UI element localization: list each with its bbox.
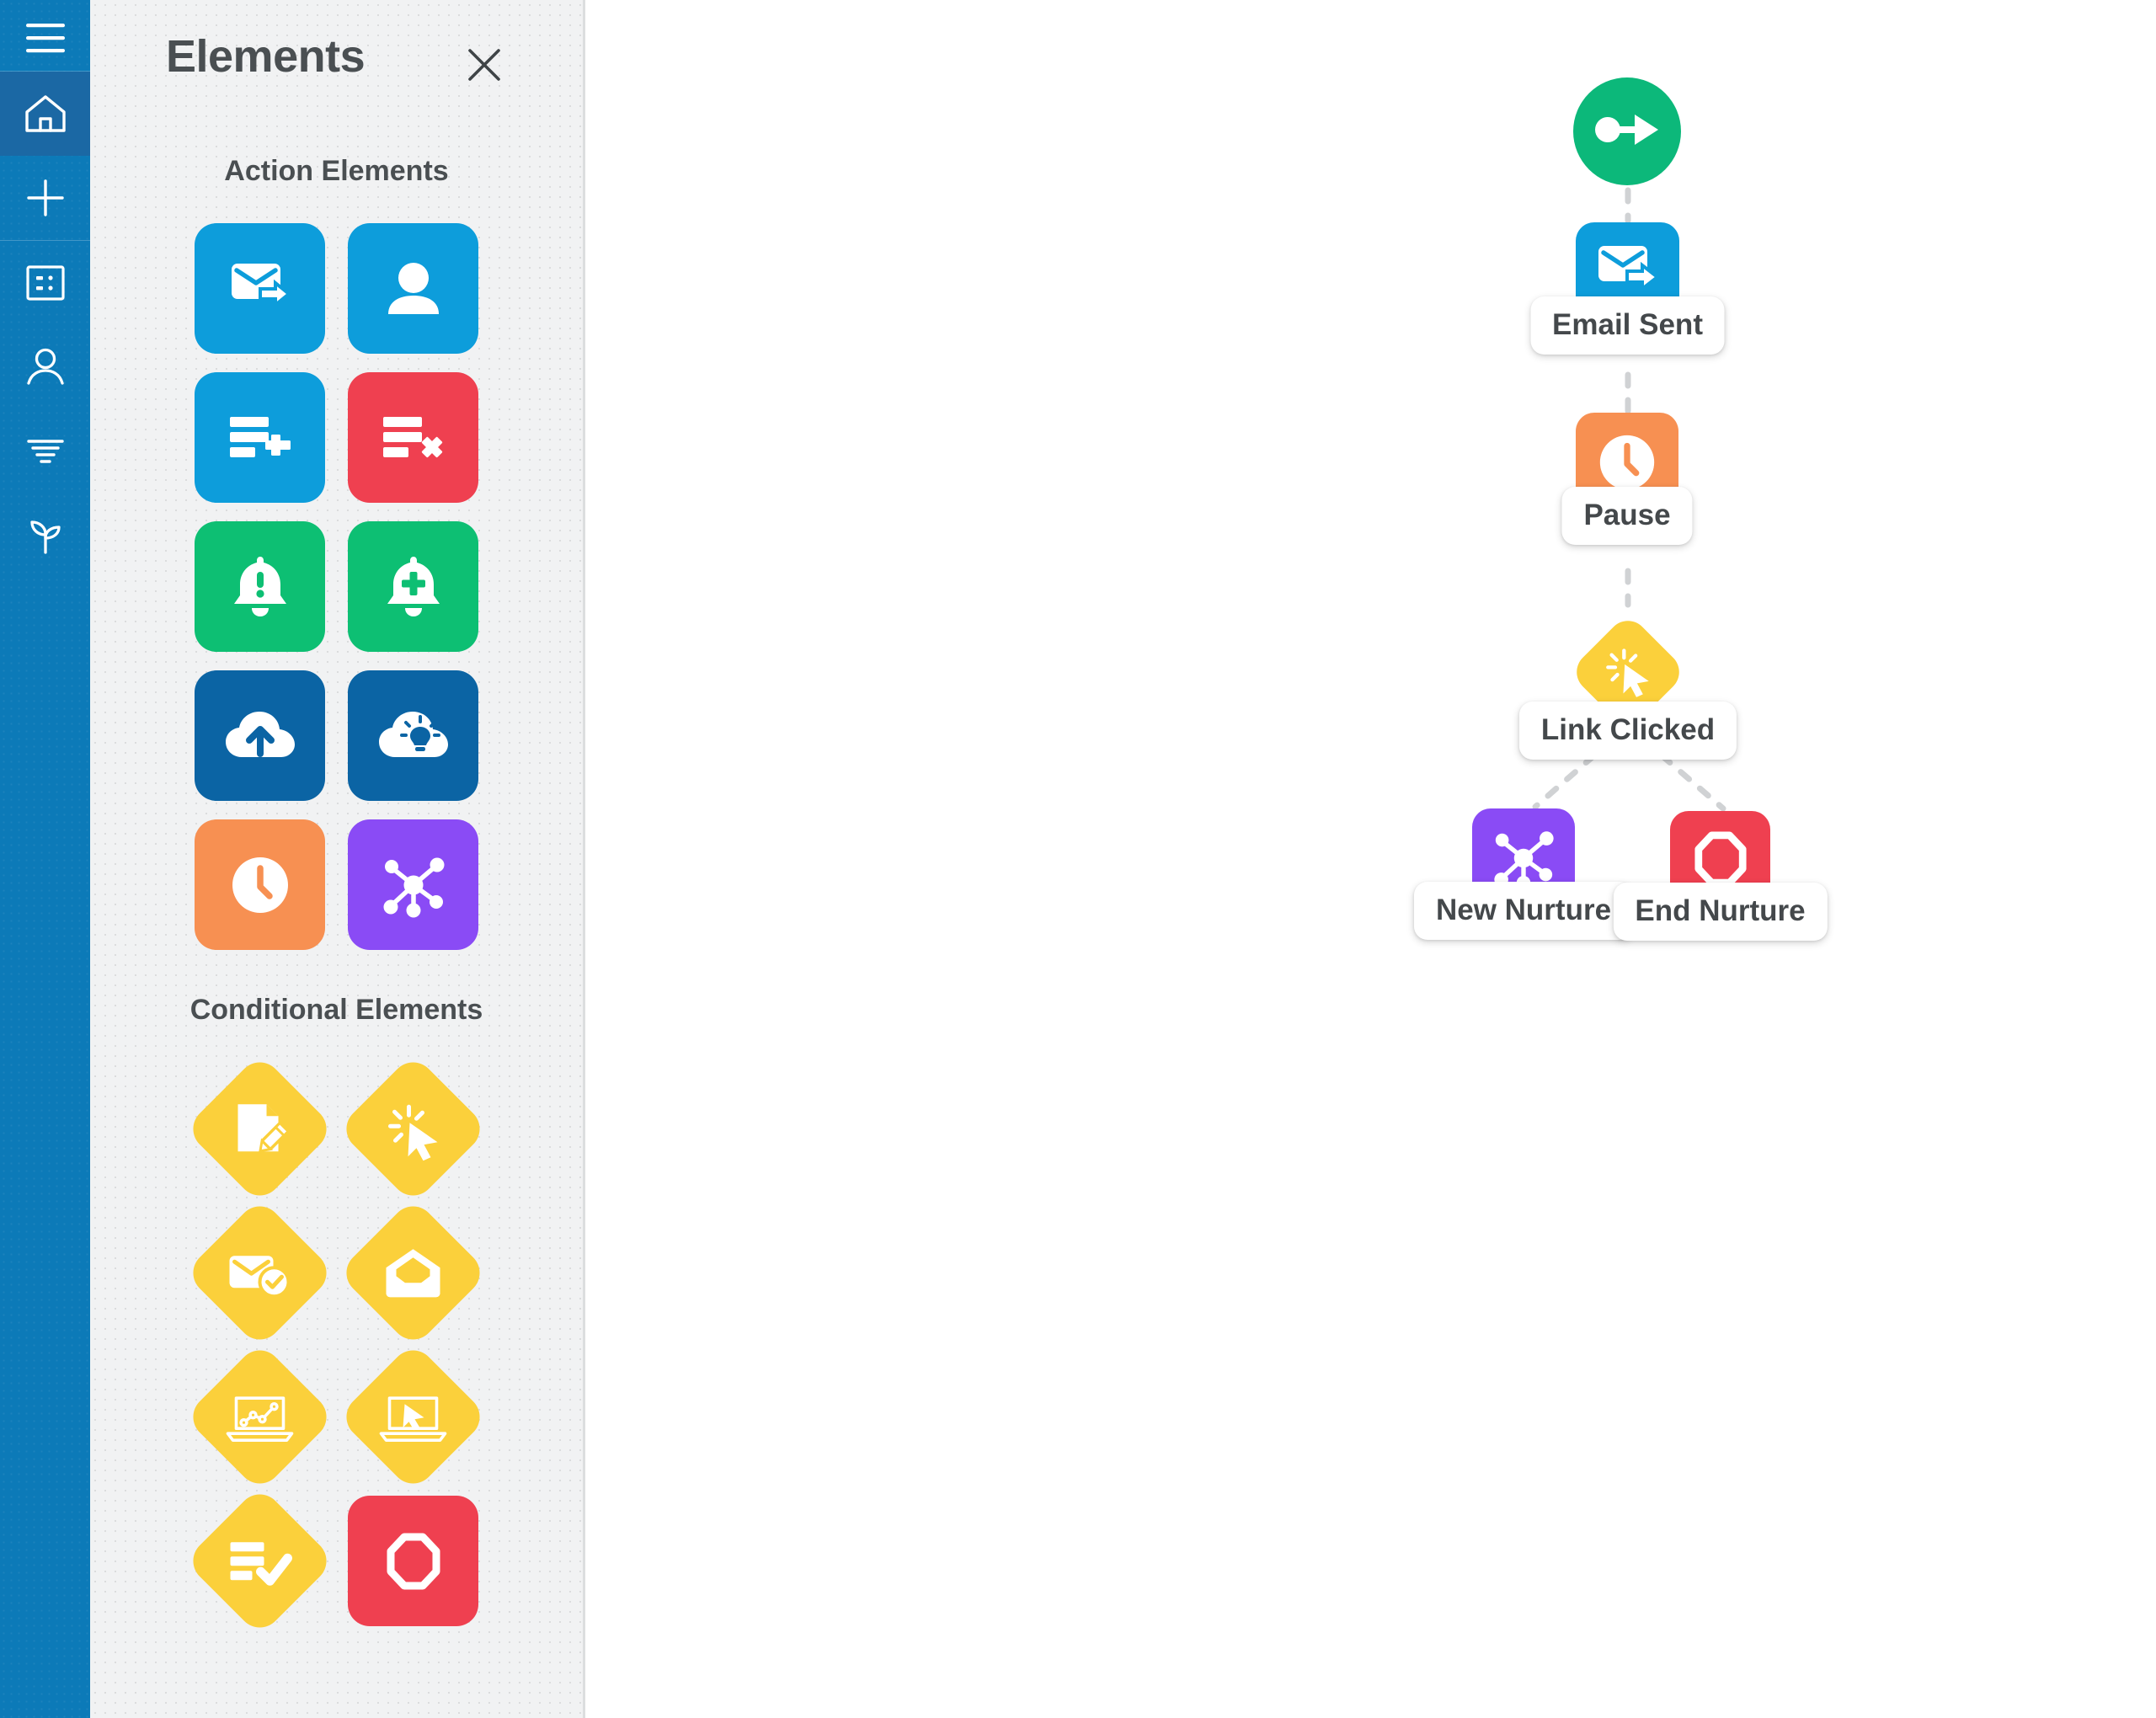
elements-panel: Elements Action Elements Conditional Ele… (90, 0, 585, 1718)
flow-node-end-nurture-label[interactable]: End Nurture (1613, 883, 1828, 941)
element-tile-bell-add[interactable] (348, 521, 478, 652)
conditional-cell (184, 1197, 336, 1349)
click-cursor-icon (382, 1098, 445, 1160)
element-tile-list-check[interactable] (184, 1485, 336, 1637)
element-tile-laptop-analytics[interactable] (184, 1341, 336, 1493)
element-tile-email-opened[interactable] (184, 1197, 336, 1349)
flow-connectors (1532, 187, 1726, 812)
dashboard-icon (25, 265, 65, 301)
flow-node-pause: Pause (1561, 413, 1693, 545)
element-tile-list-add[interactable] (195, 372, 325, 503)
sidebar-item-filter[interactable] (0, 409, 90, 494)
list-add-icon (227, 412, 294, 464)
element-tile-laptop-click[interactable] (337, 1341, 489, 1493)
filter-icon (26, 437, 65, 466)
left-nav-rail (0, 0, 90, 1718)
flow-node-link-clicked-label[interactable]: Link Clicked (1518, 702, 1737, 760)
conditional-cell (348, 1496, 478, 1626)
element-tile-cloud-idea[interactable] (348, 670, 478, 801)
bell-add-icon (382, 553, 445, 621)
flow-node-start-shape[interactable] (1573, 77, 1681, 185)
person-icon (25, 348, 66, 387)
element-tile-click-cursor[interactable] (337, 1053, 489, 1205)
conditional-elements-grid (90, 1053, 583, 1637)
section-title-conditional: Conditional Elements (189, 994, 483, 1026)
conditional-cell (184, 1341, 336, 1493)
element-tile-bell-alert[interactable] (195, 521, 325, 652)
flow-node-email-sent-label[interactable]: Email Sent (1530, 296, 1725, 355)
conditional-cell (184, 1485, 336, 1637)
section-title-action: Action Elements (224, 155, 449, 187)
person-add-icon (383, 257, 444, 321)
form-edit-icon (230, 1099, 291, 1160)
element-tile-stop-octagon[interactable] (348, 1496, 478, 1626)
close-icon (464, 49, 504, 88)
laptop-analytics-icon (226, 1391, 295, 1443)
list-remove-icon (380, 412, 447, 464)
cloud-upload-icon (223, 708, 297, 764)
conditional-cell (184, 1053, 336, 1205)
page-title: Elements (166, 31, 366, 82)
bell-alert-icon (229, 553, 291, 621)
sidebar-item-home[interactable] (0, 72, 90, 156)
menu-toggle-button[interactable] (0, 5, 90, 71)
sidebar-item-contacts[interactable] (0, 325, 90, 409)
hamburger-icon (25, 23, 65, 53)
sidebar-item-nurture[interactable] (0, 494, 90, 578)
close-button[interactable] (464, 45, 504, 85)
start-arrow-icon (1594, 108, 1660, 156)
sidebar-item-dashboard[interactable] (0, 241, 90, 325)
element-tile-person-add[interactable] (348, 223, 478, 354)
conditional-cell (337, 1341, 489, 1493)
network-icon (378, 850, 449, 920)
element-tile-network[interactable] (348, 819, 478, 950)
cloud-idea-icon (376, 708, 451, 764)
conditional-cell (337, 1197, 489, 1349)
element-tile-list-remove[interactable] (348, 372, 478, 503)
flow-node-new-nurture-label[interactable]: New Nurture (1413, 882, 1634, 940)
flow-node-link-clicked: Link Clicked (1518, 612, 1737, 760)
stop-octagon-icon (386, 1532, 441, 1591)
seedling-icon (25, 517, 66, 554)
element-tile-form-edit[interactable] (184, 1053, 336, 1205)
element-tile-envelope-open[interactable] (337, 1197, 489, 1349)
plus-icon (26, 179, 65, 217)
flow-node-start (1573, 77, 1681, 185)
laptop-click-icon (379, 1391, 448, 1443)
click-cursor-icon (1601, 643, 1655, 702)
panel-header: Elements (90, 0, 583, 128)
flow-node-end-nurture: End Nurture (1613, 811, 1828, 941)
email-opened-icon (227, 1247, 293, 1299)
envelope-open-icon (383, 1247, 444, 1299)
email-send-icon (227, 257, 294, 321)
flow-node-pause-label[interactable]: Pause (1561, 487, 1693, 545)
workflow-canvas[interactable]: Email Sent Pause Link Clicked New Nurtur… (588, 0, 2156, 1718)
list-check-icon (227, 1536, 293, 1587)
element-tile-email-send[interactable] (195, 223, 325, 354)
flow-node-email-sent: Email Sent (1530, 222, 1725, 355)
element-tile-clock[interactable] (195, 819, 325, 950)
home-icon (24, 94, 67, 133)
clock-icon (227, 851, 294, 919)
conditional-cell (337, 1053, 489, 1205)
flow-node-new-nurture: New Nurture (1413, 808, 1634, 940)
sidebar-item-add[interactable] (0, 156, 90, 240)
action-elements-grid (90, 223, 583, 950)
element-tile-cloud-upload[interactable] (195, 670, 325, 801)
